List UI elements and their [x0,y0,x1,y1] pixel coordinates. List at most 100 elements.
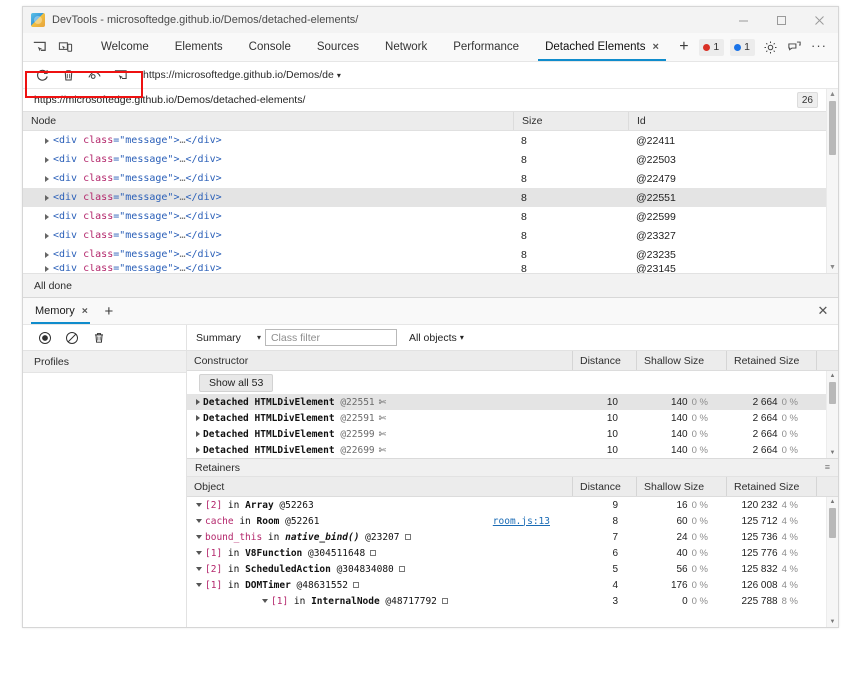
delete-icon[interactable] [91,330,107,346]
close-icon[interactable]: × [652,41,658,53]
tab-network[interactable]: Network [372,33,440,61]
maximize-icon[interactable] [762,7,800,33]
table-row[interactable]: <div class="message">…</div> 8 @22551 [23,188,826,207]
expand-triangle-icon[interactable] [196,447,200,453]
table-row[interactable]: <div class="message">…</div> 8 @23235 [23,245,826,264]
expand-triangle-icon[interactable] [45,265,49,272]
table-row[interactable]: <div class="message">…</div> 8 @23145 [23,264,826,273]
target-page-select[interactable]: https://microsoftedge.github.io/Demos/de… [143,69,341,81]
constructor-row[interactable]: Detached HTMLDivElement @22599 ✄ 10 140 0 % 2… [187,426,826,442]
collapse-triangle-icon[interactable] [262,599,268,603]
column-header-id[interactable]: Id [628,112,826,130]
info-badge[interactable]: 1 [730,38,755,56]
target-window-icon[interactable] [112,67,129,84]
constructor-row[interactable]: Detached HTMLDivElement @22699 ✄ 10 140 0 % 2… [187,442,826,458]
table-row[interactable]: <div class="message">…</div> 8 @22599 [23,207,826,226]
retainer-row[interactable]: [1] in V8Function @304511648 6 40 0 % 125 77… [187,545,826,561]
add-tab-button[interactable]: + [672,33,696,61]
constructor-scrollbar[interactable]: ▲ ▼ [826,371,838,458]
expand-triangle-icon[interactable] [196,399,200,405]
retainer-row[interactable]: cache in Room @52261 room.js:13 8 60 0 % 125 … [187,513,826,529]
scroll-up-icon[interactable]: ▲ [827,371,838,381]
column-header-shallow-size[interactable]: Shallow Size [636,477,726,496]
minimize-icon[interactable] [724,7,762,33]
expand-triangle-icon[interactable] [45,175,49,182]
column-header-distance[interactable]: Distance [572,351,636,370]
error-badge[interactable]: 1 [699,38,725,56]
tab-console[interactable]: Console [236,33,304,61]
table-row[interactable]: <div class="message">…</div> 8 @23327 [23,226,826,245]
resize-handle-icon[interactable]: ≡ [825,463,830,472]
feedback-icon[interactable] [785,38,803,56]
retainer-row[interactable]: [2] in Array @52263 9 16 0 % 120 232 4 % [187,497,826,513]
retainer-row[interactable]: [1] in InternalNode @48717792 3 0 0 % 225 78… [187,593,826,609]
drawer-add-tab-button[interactable]: + [98,298,120,324]
scroll-down-icon[interactable]: ▼ [827,617,838,627]
tab-performance[interactable]: Performance [440,33,532,61]
scrollbar-thumb[interactable] [829,508,836,538]
close-icon[interactable] [800,7,838,33]
close-icon[interactable]: × [82,305,88,317]
expand-triangle-icon[interactable] [45,251,49,258]
expand-triangle-icon[interactable] [45,137,49,144]
table-row[interactable]: <div class="message">…</div> 8 @22479 [23,169,826,188]
drawer-close-button[interactable]: ✕ [808,298,838,324]
collapse-triangle-icon[interactable] [196,567,202,571]
source-link[interactable]: room.js:13 [493,516,550,527]
collapse-triangle-icon[interactable] [196,519,202,523]
constructor-row[interactable]: Detached HTMLDivElement @22551 ✄ 10 140 0 % 2… [187,394,826,410]
profiles-list[interactable] [23,373,186,627]
column-header-node[interactable]: Node [23,112,513,130]
column-header-retained-size[interactable]: Retained Size [726,477,816,496]
collapse-triangle-icon[interactable] [196,503,202,507]
retainers-scrollbar[interactable]: ▲ ▼ [826,497,838,627]
expand-triangle-icon[interactable] [196,431,200,437]
collapse-triangle-icon[interactable] [196,535,202,539]
class-filter-input[interactable]: Class filter [264,329,397,346]
show-all-button[interactable]: Show all 53 [199,373,274,392]
scroll-down-icon[interactable]: ▼ [827,448,838,458]
tab-elements[interactable]: Elements [162,33,236,61]
scroll-down-icon[interactable]: ▼ [827,262,838,273]
device-emulation-icon[interactable] [57,39,74,56]
column-header-constructor[interactable]: Constructor [187,351,572,370]
retainers-section-header[interactable]: Retainers ≡ [187,458,838,477]
more-tools-icon[interactable]: ··· [809,38,829,57]
detached-elements-scrollbar[interactable]: ▲ ▼ [826,89,838,273]
inspect-element-icon[interactable] [31,39,48,56]
table-row[interactable]: <div class="message">…</div> 8 @22503 [23,150,826,169]
refresh-icon[interactable] [34,67,51,84]
column-header-retained-size[interactable]: Retained Size [726,351,816,370]
all-objects-select[interactable]: All objects ▾ [409,332,464,344]
expand-triangle-icon[interactable] [196,415,200,421]
record-icon[interactable] [37,330,53,346]
expand-triangle-icon[interactable] [45,213,49,220]
clear-icon[interactable] [64,330,80,346]
gear-icon[interactable] [761,38,779,56]
memory-view-select[interactable]: Summary ▾ [196,332,261,344]
column-header-distance[interactable]: Distance [572,477,636,496]
collapse-triangle-icon[interactable] [196,551,202,555]
scrollbar-thumb[interactable] [829,101,836,155]
column-header-size[interactable]: Size [513,112,628,130]
expand-triangle-icon[interactable] [45,156,49,163]
column-header-object[interactable]: Object [187,477,572,496]
expand-triangle-icon[interactable] [45,194,49,201]
detach-eye-icon[interactable] [86,67,103,84]
drawer-tab-memory[interactable]: Memory × [23,298,98,324]
delete-icon[interactable] [60,67,77,84]
retainer-row[interactable]: bound_this in native_bind() @23207 7 24 0 %… [187,529,826,545]
expand-triangle-icon[interactable] [45,232,49,239]
scrollbar-thumb[interactable] [829,382,836,404]
scroll-up-icon[interactable]: ▲ [827,89,838,100]
scroll-up-icon[interactable]: ▲ [827,497,838,507]
column-header-shallow-size[interactable]: Shallow Size [636,351,726,370]
collapse-triangle-icon[interactable] [196,583,202,587]
tab-welcome[interactable]: Welcome [88,33,162,61]
retainer-row[interactable]: [1] in DOMTimer @48631552 4 176 0 % 126 008 4… [187,577,826,593]
table-row[interactable]: <div class="message">…</div> 8 @22411 [23,131,826,150]
tab-sources[interactable]: Sources [304,33,372,61]
retainer-row[interactable]: [2] in ScheduledAction @304834080 5 56 0 % 1… [187,561,826,577]
tab-detached-elements[interactable]: Detached Elements × [532,33,672,61]
constructor-row[interactable]: Detached HTMLDivElement @22591 ✄ 10 140 0 % 2… [187,410,826,426]
